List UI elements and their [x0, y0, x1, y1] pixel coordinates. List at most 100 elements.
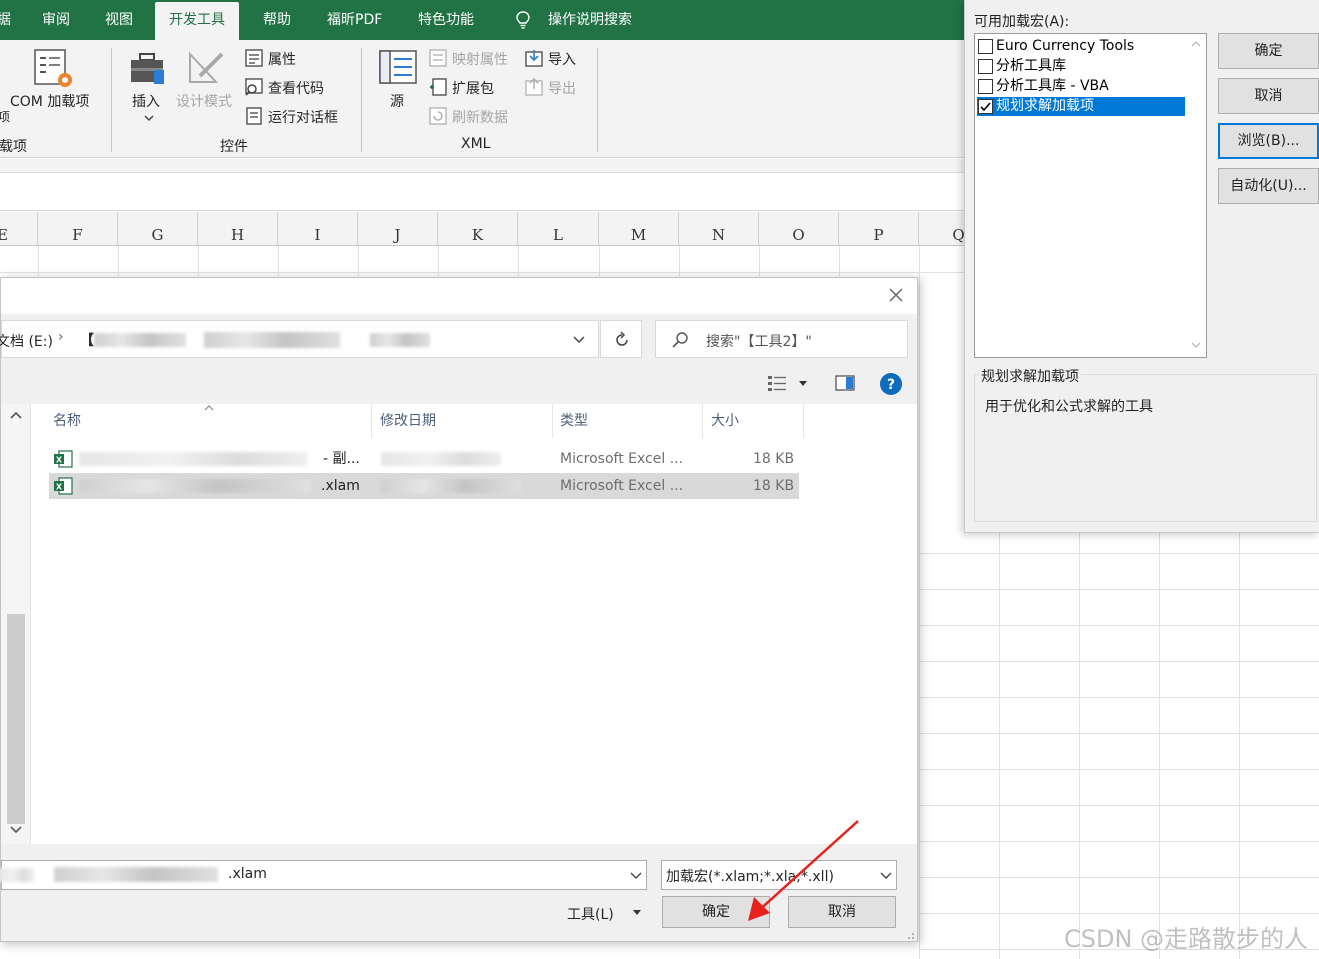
import-button[interactable]: 导入 — [548, 49, 576, 69]
refresh-button[interactable] — [600, 320, 642, 358]
addin-checkbox[interactable] — [978, 59, 993, 74]
svg-text:X: X — [56, 456, 63, 465]
column-size-header[interactable]: 大小 — [703, 404, 739, 438]
automation-button[interactable]: 自动化(U)... — [1218, 168, 1319, 204]
column-header-o[interactable]: O — [759, 212, 839, 246]
grid-col-line — [679, 246, 680, 276]
expansion-packs-button[interactable]: 扩展包 — [452, 78, 494, 98]
file-row-selected[interactable]: X .xlam Microsoft Excel ... 18 KB — [49, 473, 799, 499]
export-button[interactable]: 导出 — [548, 78, 576, 98]
com-addins-icon — [34, 49, 72, 87]
grid-col-line — [1159, 533, 1160, 959]
com-addins-button[interactable]: COM 加载项 — [10, 91, 89, 111]
refresh-icon — [616, 331, 628, 346]
view-options-icon[interactable] — [767, 374, 787, 392]
addin-item-selected[interactable]: 规划求解加载项 — [977, 97, 1185, 116]
navigation-pane[interactable] — [1, 404, 31, 844]
scroll-up-icon[interactable] — [1191, 40, 1201, 47]
scroll-down-icon[interactable] — [9, 825, 23, 835]
xml-source-button[interactable]: 源 — [390, 91, 404, 111]
redacted-filename — [79, 452, 307, 466]
scrollbar-thumb[interactable] — [7, 614, 25, 824]
chevron-down-icon[interactable] — [630, 871, 642, 880]
tab-view[interactable]: 视图 — [105, 0, 133, 40]
addin-checkbox[interactable] — [978, 79, 993, 94]
column-type-header[interactable]: 类型 — [552, 404, 588, 438]
addins-listbox[interactable]: Euro Currency Tools 分析工具库 分析工具库 - VBA 规划… — [974, 33, 1207, 358]
grid-row-line — [919, 805, 1319, 806]
grid-col-line — [438, 246, 439, 276]
tab-review[interactable]: 审阅 — [42, 0, 70, 40]
tab-foxit-pdf[interactable]: 福昕PDF — [327, 0, 382, 40]
column-header-n[interactable]: N — [679, 212, 759, 246]
tab-special-features[interactable]: 特色功能 — [418, 0, 474, 40]
search-placeholder: 搜索"【工具2】" — [706, 334, 812, 350]
column-header-i[interactable]: I — [278, 212, 358, 246]
close-icon[interactable] — [885, 284, 907, 306]
column-header-l[interactable]: L — [518, 212, 599, 246]
column-header-j[interactable]: J — [358, 212, 438, 246]
insert-control-button[interactable]: 插入 — [132, 91, 160, 111]
column-name-header[interactable]: 名称 — [45, 404, 81, 438]
grid-row-line — [919, 553, 1319, 554]
file-list[interactable]: 名称 修改日期 类型 大小 X - 副... Microsoft Excel .… — [31, 404, 917, 844]
column-header-g[interactable]: G — [118, 212, 198, 246]
grid-col-line — [198, 246, 199, 276]
scroll-up-icon[interactable] — [9, 410, 23, 420]
search-icon — [672, 332, 688, 348]
column-header-h[interactable]: H — [198, 212, 278, 246]
addins-scrollbar[interactable] — [1186, 34, 1206, 357]
chevron-down-icon[interactable] — [880, 871, 892, 880]
help-icon[interactable]: ? — [879, 372, 903, 396]
file-name-suffix: - 副... — [323, 451, 360, 467]
run-dialog-button[interactable]: 运行对话框 — [268, 107, 338, 127]
preview-pane-icon[interactable] — [835, 374, 855, 392]
group-separator — [111, 48, 112, 152]
filename-input[interactable]: .xlam — [0, 860, 647, 890]
tab-data[interactable]: 据 — [0, 0, 11, 40]
caret-down-icon[interactable] — [632, 909, 642, 916]
grid-col-line — [599, 246, 600, 276]
browse-button[interactable]: 浏览(B)... — [1218, 123, 1319, 159]
file-row[interactable]: X - 副... Microsoft Excel ... 18 KB — [49, 446, 799, 472]
column-header-f[interactable]: F — [38, 212, 118, 246]
export-icon — [525, 78, 543, 96]
scroll-down-icon[interactable] — [1191, 342, 1201, 349]
tab-developer[interactable]: 开发工具 — [155, 2, 239, 40]
address-bar[interactable]: 文档 (E:) › 【 — [0, 320, 599, 358]
search-input[interactable]: 搜索"【工具2】" — [655, 320, 908, 358]
tools-menu[interactable]: 工具(L) — [567, 904, 614, 924]
address-folder-bracket[interactable]: 【 — [80, 330, 94, 350]
tell-me-search[interactable]: 操作说明搜索 — [548, 0, 632, 40]
addins-cancel-button[interactable]: 取消 — [1218, 78, 1319, 114]
addin-item[interactable]: Euro Currency Tools — [977, 37, 1185, 56]
chevron-down-icon[interactable] — [573, 335, 585, 345]
tab-help[interactable]: 帮助 — [263, 0, 291, 40]
description-text: 用于优化和公式求解的工具 — [985, 399, 1153, 415]
map-properties-button[interactable]: 映射属性 — [452, 49, 508, 69]
addin-item[interactable]: 分析工具库 — [977, 57, 1185, 76]
file-size: 18 KB — [753, 451, 795, 467]
grid-col-line — [518, 246, 519, 276]
properties-button[interactable]: 属性 — [268, 49, 296, 69]
refresh-data-button[interactable]: 刷新数据 — [452, 107, 508, 127]
redacted-filename — [54, 867, 218, 882]
addin-checkbox-checked[interactable] — [978, 99, 993, 114]
column-header-m[interactable]: M — [599, 212, 679, 246]
resize-grip-icon[interactable] — [905, 930, 915, 940]
addin-checkbox[interactable] — [978, 39, 993, 54]
addins-dialog: 可用加载宏(A): Euro Currency Tools 分析工具库 分析工具… — [964, 0, 1319, 533]
view-code-button[interactable]: 查看代码 — [268, 78, 324, 98]
addin-item[interactable]: 分析工具库 - VBA — [977, 77, 1185, 96]
properties-icon — [245, 49, 263, 67]
column-header-k[interactable]: K — [438, 212, 518, 246]
column-header-p[interactable]: P — [839, 212, 919, 246]
caret-down-icon[interactable] — [798, 380, 808, 388]
column-modified-header[interactable]: 修改日期 — [372, 404, 436, 438]
design-mode-button[interactable]: 设计模式 — [176, 91, 232, 111]
address-drive[interactable]: 文档 (E:) — [0, 331, 53, 351]
grid-row-line — [919, 697, 1319, 698]
breadcrumb-separator: › — [58, 329, 64, 345]
addins-ok-button[interactable]: 确定 — [1218, 33, 1319, 69]
column-header-e[interactable]: E — [0, 212, 38, 246]
